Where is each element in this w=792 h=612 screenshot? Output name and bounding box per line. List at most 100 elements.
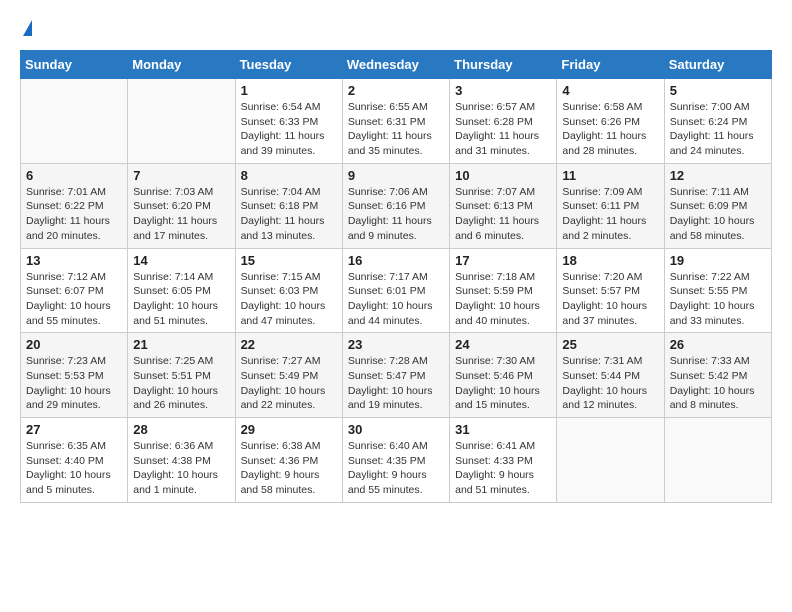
calendar-cell: 13 Sunrise: 7:12 AMSunset: 6:07 PMDayligh… <box>21 248 128 333</box>
day-number: 15 <box>241 253 337 268</box>
day-info: Sunrise: 6:35 AMSunset: 4:40 PMDaylight:… <box>26 439 122 498</box>
calendar-cell: 17 Sunrise: 7:18 AMSunset: 5:59 PMDayligh… <box>450 248 557 333</box>
day-number: 9 <box>348 168 444 183</box>
day-info: Sunrise: 7:17 AMSunset: 6:01 PMDaylight:… <box>348 270 444 329</box>
calendar-cell: 20 Sunrise: 7:23 AMSunset: 5:53 PMDayligh… <box>21 333 128 418</box>
day-number: 17 <box>455 253 551 268</box>
day-number: 29 <box>241 422 337 437</box>
day-info: Sunrise: 7:31 AMSunset: 5:44 PMDaylight:… <box>562 354 658 413</box>
day-number: 26 <box>670 337 766 352</box>
day-number: 12 <box>670 168 766 183</box>
calendar-cell: 9Sunrise: 7:06 AMSunset: 6:16 PMDaylight… <box>342 163 449 248</box>
day-info: Sunrise: 7:22 AMSunset: 5:55 PMDaylight:… <box>670 270 766 329</box>
calendar-cell: 11 Sunrise: 7:09 AMSunset: 6:11 PMDayligh… <box>557 163 664 248</box>
day-number: 6 <box>26 168 122 183</box>
day-info: Sunrise: 7:07 AMSunset: 6:13 PMDaylight:… <box>455 185 551 244</box>
day-info: Sunrise: 7:09 AMSunset: 6:11 PMDaylight:… <box>562 185 658 244</box>
day-info: Sunrise: 6:57 AMSunset: 6:28 PMDaylight:… <box>455 100 551 159</box>
day-number: 27 <box>26 422 122 437</box>
calendar-table: SundayMondayTuesdayWednesdayThursdayFrid… <box>20 50 772 503</box>
day-info: Sunrise: 7:01 AMSunset: 6:22 PMDaylight:… <box>26 185 122 244</box>
day-number: 30 <box>348 422 444 437</box>
header-sunday: Sunday <box>21 51 128 79</box>
calendar-cell <box>557 418 664 503</box>
calendar-cell <box>128 79 235 164</box>
day-info: Sunrise: 6:40 AMSunset: 4:35 PMDaylight:… <box>348 439 444 498</box>
calendar-cell: 15 Sunrise: 7:15 AMSunset: 6:03 PMDayligh… <box>235 248 342 333</box>
day-number: 19 <box>670 253 766 268</box>
calendar-cell: 25 Sunrise: 7:31 AMSunset: 5:44 PMDayligh… <box>557 333 664 418</box>
day-info: Sunrise: 7:18 AMSunset: 5:59 PMDaylight:… <box>455 270 551 329</box>
calendar-cell: 24 Sunrise: 7:30 AMSunset: 5:46 PMDayligh… <box>450 333 557 418</box>
day-number: 20 <box>26 337 122 352</box>
day-info: Sunrise: 7:30 AMSunset: 5:46 PMDaylight:… <box>455 354 551 413</box>
day-number: 10 <box>455 168 551 183</box>
day-number: 24 <box>455 337 551 352</box>
day-number: 22 <box>241 337 337 352</box>
calendar-cell: 2 Sunrise: 6:55 AMSunset: 6:31 PMDaylight… <box>342 79 449 164</box>
day-info: Sunrise: 6:55 AMSunset: 6:31 PMDaylight:… <box>348 100 444 159</box>
calendar-cell: 10 Sunrise: 7:07 AMSunset: 6:13 PMDayligh… <box>450 163 557 248</box>
calendar-cell <box>21 79 128 164</box>
day-info: Sunrise: 7:20 AMSunset: 5:57 PMDaylight:… <box>562 270 658 329</box>
header-saturday: Saturday <box>664 51 771 79</box>
day-number: 21 <box>133 337 229 352</box>
day-number: 25 <box>562 337 658 352</box>
calendar-cell: 6 Sunrise: 7:01 AMSunset: 6:22 PMDaylight… <box>21 163 128 248</box>
calendar-cell: 19 Sunrise: 7:22 AMSunset: 5:55 PMDayligh… <box>664 248 771 333</box>
calendar-cell: 30 Sunrise: 6:40 AMSunset: 4:35 PMDayligh… <box>342 418 449 503</box>
day-info: Sunrise: 7:23 AMSunset: 5:53 PMDaylight:… <box>26 354 122 413</box>
day-info: Sunrise: 7:28 AMSunset: 5:47 PMDaylight:… <box>348 354 444 413</box>
calendar-cell: 5 Sunrise: 7:00 AMSunset: 6:24 PMDaylight… <box>664 79 771 164</box>
day-info: Sunrise: 7:12 AMSunset: 6:07 PMDaylight:… <box>26 270 122 329</box>
calendar-cell: 16 Sunrise: 7:17 AMSunset: 6:01 PMDayligh… <box>342 248 449 333</box>
calendar-week-row: 1 Sunrise: 6:54 AMSunset: 6:33 PMDaylight… <box>21 79 772 164</box>
calendar-week-row: 20 Sunrise: 7:23 AMSunset: 5:53 PMDayligh… <box>21 333 772 418</box>
day-info: Sunrise: 7:00 AMSunset: 6:24 PMDaylight:… <box>670 100 766 159</box>
day-number: 1 <box>241 83 337 98</box>
calendar-week-row: 27 Sunrise: 6:35 AMSunset: 4:40 PMDayligh… <box>21 418 772 503</box>
calendar-cell: 8Sunrise: 7:04 AMSunset: 6:18 PMDaylight… <box>235 163 342 248</box>
day-number: 14 <box>133 253 229 268</box>
header-monday: Monday <box>128 51 235 79</box>
header-wednesday: Wednesday <box>342 51 449 79</box>
day-info: Sunrise: 7:27 AMSunset: 5:49 PMDaylight:… <box>241 354 337 413</box>
day-info: Sunrise: 6:36 AMSunset: 4:38 PMDaylight:… <box>133 439 229 498</box>
calendar-cell: 29 Sunrise: 6:38 AMSunset: 4:36 PMDayligh… <box>235 418 342 503</box>
logo-triangle-icon <box>23 20 32 36</box>
calendar-week-row: 13 Sunrise: 7:12 AMSunset: 6:07 PMDayligh… <box>21 248 772 333</box>
day-info: Sunrise: 6:38 AMSunset: 4:36 PMDaylight:… <box>241 439 337 498</box>
day-number: 4 <box>562 83 658 98</box>
calendar-cell: 26Sunrise: 7:33 AMSunset: 5:42 PMDayligh… <box>664 333 771 418</box>
day-info: Sunrise: 6:54 AMSunset: 6:33 PMDaylight:… <box>241 100 337 159</box>
day-info: Sunrise: 7:15 AMSunset: 6:03 PMDaylight:… <box>241 270 337 329</box>
calendar-cell: 27 Sunrise: 6:35 AMSunset: 4:40 PMDayligh… <box>21 418 128 503</box>
calendar-cell: 23Sunrise: 7:28 AMSunset: 5:47 PMDayligh… <box>342 333 449 418</box>
calendar-cell: 21Sunrise: 7:25 AMSunset: 5:51 PMDayligh… <box>128 333 235 418</box>
day-number: 5 <box>670 83 766 98</box>
day-number: 2 <box>348 83 444 98</box>
day-number: 13 <box>26 253 122 268</box>
calendar-week-row: 6 Sunrise: 7:01 AMSunset: 6:22 PMDaylight… <box>21 163 772 248</box>
calendar-cell <box>664 418 771 503</box>
day-number: 18 <box>562 253 658 268</box>
page-header <box>20 20 772 34</box>
logo <box>20 20 32 34</box>
calendar-cell: 14Sunrise: 7:14 AMSunset: 6:05 PMDayligh… <box>128 248 235 333</box>
day-number: 28 <box>133 422 229 437</box>
calendar-cell: 22 Sunrise: 7:27 AMSunset: 5:49 PMDayligh… <box>235 333 342 418</box>
header-tuesday: Tuesday <box>235 51 342 79</box>
day-info: Sunrise: 7:03 AMSunset: 6:20 PMDaylight:… <box>133 185 229 244</box>
day-info: Sunrise: 7:11 AMSunset: 6:09 PMDaylight:… <box>670 185 766 244</box>
day-number: 11 <box>562 168 658 183</box>
day-info: Sunrise: 7:04 AMSunset: 6:18 PMDaylight:… <box>241 185 337 244</box>
header-friday: Friday <box>557 51 664 79</box>
calendar-cell: 7Sunrise: 7:03 AMSunset: 6:20 PMDaylight… <box>128 163 235 248</box>
calendar-cell: 18 Sunrise: 7:20 AMSunset: 5:57 PMDayligh… <box>557 248 664 333</box>
day-number: 16 <box>348 253 444 268</box>
day-info: Sunrise: 6:58 AMSunset: 6:26 PMDaylight:… <box>562 100 658 159</box>
day-info: Sunrise: 6:41 AMSunset: 4:33 PMDaylight:… <box>455 439 551 498</box>
calendar-cell: 31Sunrise: 6:41 AMSunset: 4:33 PMDayligh… <box>450 418 557 503</box>
calendar-cell: 4 Sunrise: 6:58 AMSunset: 6:26 PMDaylight… <box>557 79 664 164</box>
calendar-cell: 3Sunrise: 6:57 AMSunset: 6:28 PMDaylight… <box>450 79 557 164</box>
